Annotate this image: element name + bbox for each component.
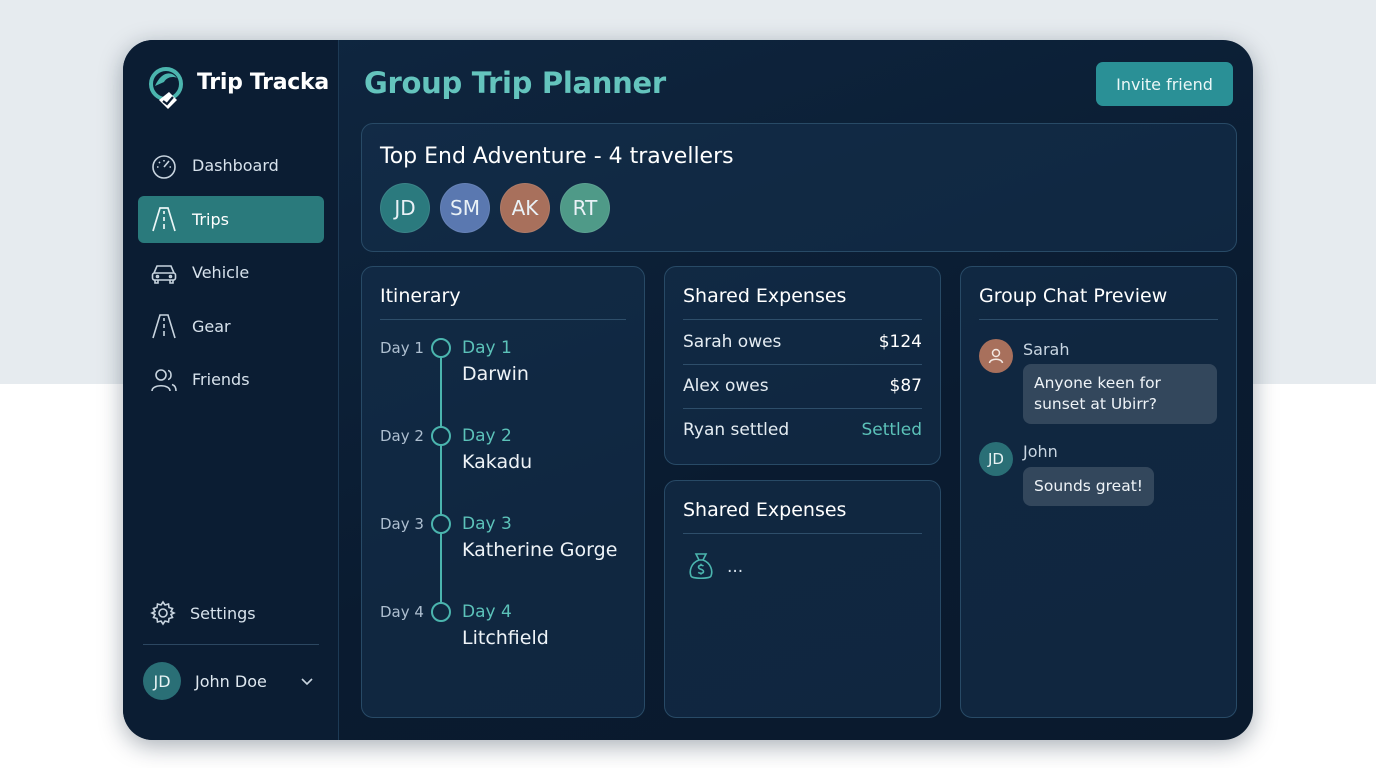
- card-divider: [380, 319, 626, 320]
- table-row[interactable]: Ryan settled Settled: [683, 408, 922, 452]
- day-place: Litchfield: [462, 627, 549, 649]
- avatar[interactable]: JD: [380, 183, 430, 233]
- page-title: Group Trip Planner: [364, 66, 666, 100]
- table-row[interactable]: Sarah owes $124: [683, 320, 922, 364]
- expense-label: Ryan settled: [683, 420, 790, 440]
- card-divider: [683, 533, 922, 534]
- shared-expenses-card-2: Shared Expenses ...: [664, 480, 941, 718]
- chevron-down-icon[interactable]: [299, 673, 315, 689]
- avatar[interactable]: JD: [979, 442, 1013, 476]
- expense-amount: $87: [889, 376, 922, 396]
- day-label: Day 2: [380, 427, 424, 445]
- trip-title: Top End Adventure - 4 travellers: [380, 144, 734, 169]
- itinerary-title: Itinerary: [380, 285, 461, 307]
- expense-label: Alex owes: [683, 376, 769, 396]
- day-label: Day 1: [380, 339, 424, 357]
- road-icon: [152, 207, 176, 232]
- user-name: John Doe: [195, 671, 267, 691]
- sidebar-item-label: Gear: [192, 316, 231, 336]
- brand[interactable]: Trip Tracka: [147, 64, 329, 112]
- expenses-placeholder: ...: [727, 557, 744, 577]
- person-icon: [988, 348, 1004, 364]
- timeline-dot: [431, 338, 451, 358]
- chat-sender: Sarah: [1023, 340, 1070, 359]
- table-row[interactable]: Alex owes $87: [683, 364, 922, 408]
- gauge-icon: [152, 154, 176, 179]
- timeline-dot: [431, 602, 451, 622]
- sidebar-item-label: Dashboard: [192, 156, 279, 175]
- app-name: Trip Tracka: [197, 69, 329, 95]
- timeline-dot: [431, 514, 451, 534]
- sidebar-item-dashboard[interactable]: Dashboard: [138, 142, 324, 189]
- road-icon: [152, 314, 176, 339]
- chat-message: Sounds great!: [1023, 467, 1155, 506]
- day-name: Day 3: [462, 514, 512, 534]
- chat-message: Anyone keen for sunset at Ubirr?: [1023, 364, 1217, 424]
- status-badge: Settled: [861, 420, 922, 440]
- invite-friend-button[interactable]: Invite friend: [1096, 62, 1233, 106]
- settings-label: Settings: [190, 603, 256, 623]
- expense-amount: $124: [878, 332, 922, 352]
- day-label: Day 3: [380, 515, 424, 533]
- sidebar-nav: Dashboard Trips Vehicle Gear Friends: [138, 142, 324, 410]
- logo-icon: [149, 67, 183, 109]
- sidebar-item-vehicle[interactable]: Vehicle: [138, 249, 324, 296]
- traveller-avatars: JD SM AK RT: [380, 183, 620, 233]
- sidebar-item-label: Friends: [192, 370, 250, 389]
- list-item[interactable]: Day 4 Day 4 Litchfield: [362, 602, 642, 663]
- sidebar-item-label: Trips: [192, 209, 229, 229]
- sidebar-item-gear[interactable]: Gear: [138, 303, 324, 350]
- chat-sender: John: [1023, 442, 1058, 461]
- day-name: Day 2: [462, 426, 512, 446]
- avatar: JD: [143, 662, 181, 700]
- list-item[interactable]: Day 1 Day 1 Darwin: [362, 338, 642, 399]
- day-name: Day 1: [462, 338, 512, 358]
- users-icon: [151, 368, 177, 391]
- avatar[interactable]: [979, 339, 1013, 373]
- day-label: Day 4: [380, 603, 424, 621]
- trip-summary-card: Top End Adventure - 4 travellers JD SM A…: [361, 123, 1237, 252]
- group-chat-card: Group Chat Preview Sarah Anyone keen for…: [960, 266, 1237, 718]
- avatar[interactable]: AK: [500, 183, 550, 233]
- list-item[interactable]: Day 3 Day 3 Katherine Gorge: [362, 514, 642, 575]
- sidebar-item-label: Vehicle: [192, 263, 250, 282]
- day-place: Katherine Gorge: [462, 539, 618, 561]
- avatar[interactable]: RT: [560, 183, 610, 233]
- day-name: Day 4: [462, 602, 512, 622]
- app-window: Trip Tracka Dashboard Trips Vehicle Gear…: [123, 40, 1253, 740]
- day-place: Darwin: [462, 363, 529, 385]
- itinerary-card: Itinerary Day 1 Day 1 Darwin Day 2 Day 2…: [361, 266, 645, 718]
- card-divider: [979, 319, 1218, 320]
- timeline-dot: [431, 426, 451, 446]
- user-menu[interactable]: JD John Doe: [143, 662, 319, 700]
- day-place: Kakadu: [462, 451, 533, 473]
- money-bag-icon: [689, 553, 713, 580]
- sidebar-item-trips[interactable]: Trips: [138, 195, 324, 243]
- avatar[interactable]: SM: [440, 183, 490, 233]
- car-icon: [151, 264, 177, 284]
- list-item[interactable]: Day 2 Day 2 Kakadu: [362, 426, 642, 487]
- gear-icon: [150, 600, 176, 626]
- sidebar-divider: [143, 644, 319, 645]
- sidebar-item-friends[interactable]: Friends: [138, 356, 324, 403]
- shared-expenses-card: Shared Expenses Sarah owes $124 Alex owe…: [664, 266, 941, 465]
- sidebar: Trip Tracka Dashboard Trips Vehicle Gear…: [123, 40, 339, 740]
- expenses-title: Shared Expenses: [683, 499, 847, 521]
- expense-label: Sarah owes: [683, 332, 782, 352]
- sidebar-item-settings[interactable]: Settings: [138, 590, 324, 636]
- chat-title: Group Chat Preview: [979, 285, 1168, 307]
- expenses-title: Shared Expenses: [683, 285, 847, 307]
